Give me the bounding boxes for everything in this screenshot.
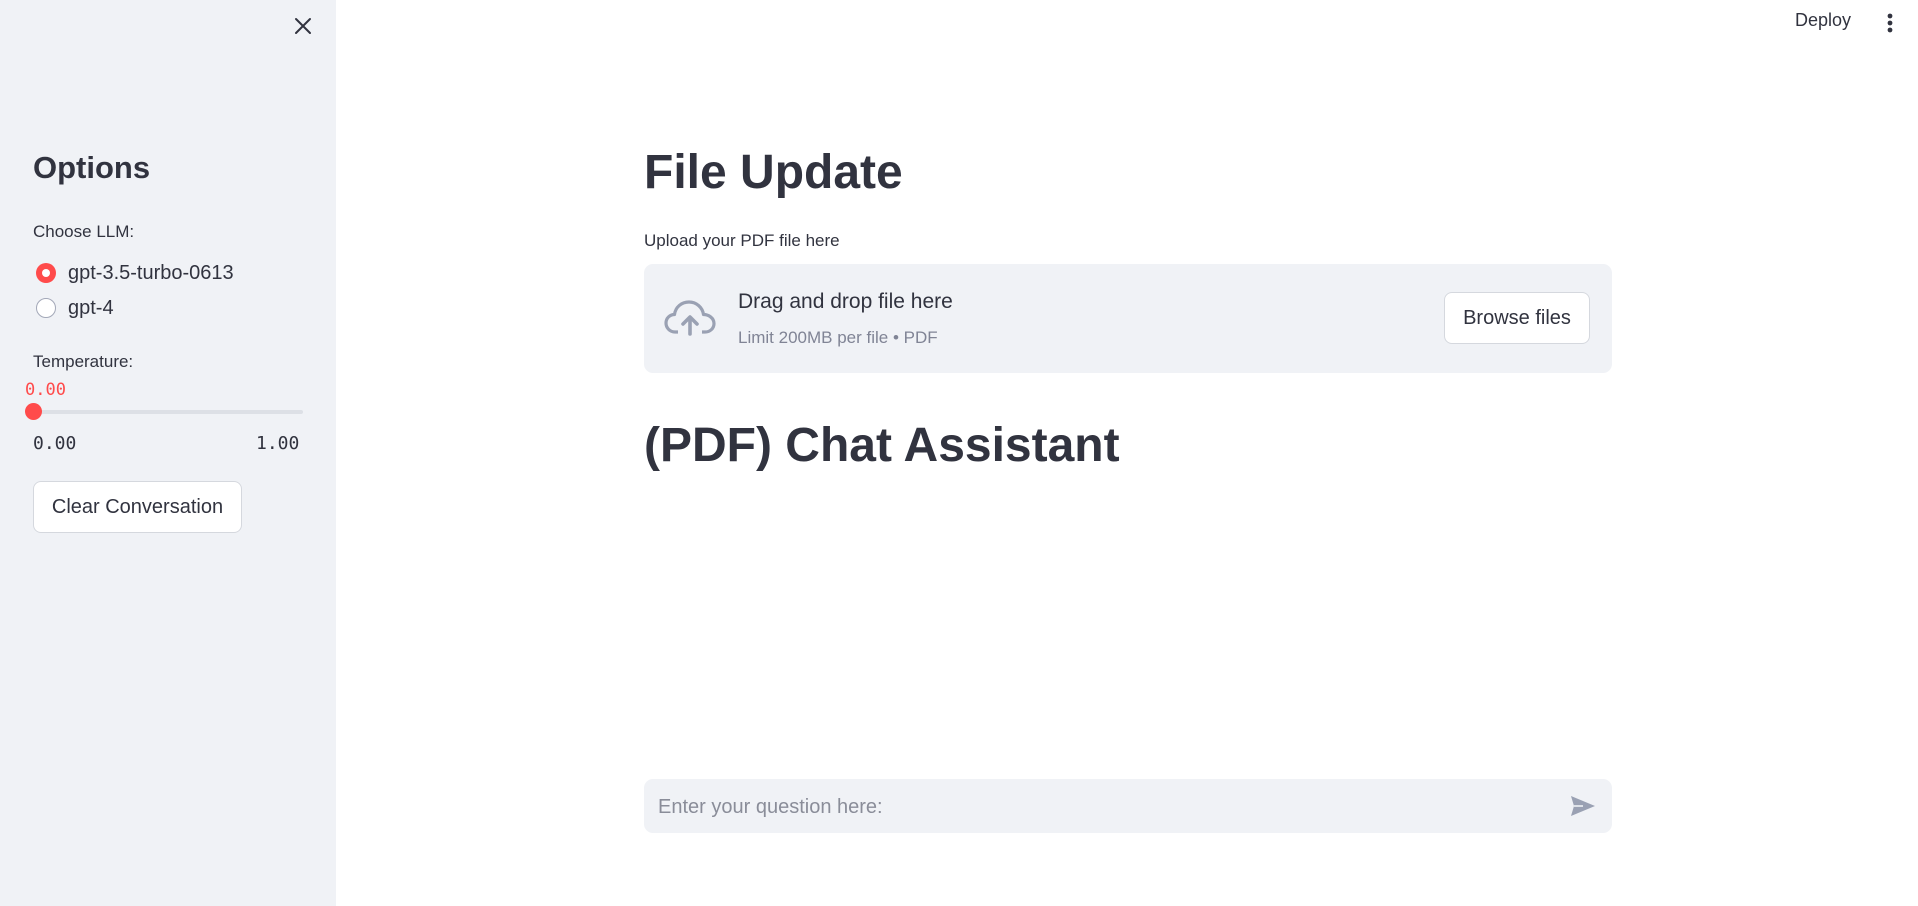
chat-input[interactable] — [656, 779, 1550, 835]
clear-conversation-button[interactable]: Clear Conversation — [33, 481, 242, 533]
dropzone-title: Drag and drop file here — [738, 290, 953, 313]
chat-assistant-title: (PDF) Chat Assistant — [644, 419, 1120, 472]
temperature-slider-thumb[interactable] — [25, 403, 42, 420]
radio-label: gpt-3.5-turbo-0613 — [68, 261, 234, 284]
close-icon — [295, 18, 311, 34]
dropzone-limit: Limit 200MB per file • PDF — [738, 328, 938, 347]
sidebar-title: Options — [33, 150, 151, 185]
radio-label: gpt-4 — [68, 296, 114, 319]
file-dropzone[interactable]: Drag and drop file here Limit 200MB per … — [644, 264, 1612, 373]
slider-min: 0.00 — [33, 433, 77, 454]
sidebar: Options Choose LLM: gpt-3.5-turbo-0613 g… — [0, 0, 336, 906]
slider-max: 1.00 — [256, 433, 300, 454]
radio-option-gpt-4[interactable]: gpt-4 — [36, 294, 114, 322]
radio-unselected-icon — [36, 298, 56, 318]
menu-dots-icon — [1887, 13, 1893, 33]
file-update-title: File Update — [644, 146, 903, 199]
deploy-button[interactable]: Deploy — [1795, 10, 1851, 31]
temperature-label: Temperature: — [33, 352, 134, 371]
temperature-slider-track[interactable] — [33, 410, 303, 414]
slider-value: 0.00 — [25, 380, 66, 400]
cloud-upload-icon — [664, 300, 716, 336]
send-icon — [1571, 796, 1595, 816]
chat-input-container — [644, 779, 1612, 835]
radio-selected-icon — [36, 263, 56, 283]
upload-label: Upload your PDF file here — [644, 231, 840, 250]
close-sidebar-button[interactable] — [290, 13, 316, 39]
radio-option-gpt-3-5[interactable]: gpt-3.5-turbo-0613 — [36, 259, 234, 287]
llm-label: Choose LLM: — [33, 222, 135, 241]
browse-files-button[interactable]: Browse files — [1444, 292, 1590, 344]
send-button[interactable] — [1568, 793, 1598, 819]
main-menu-button[interactable] — [1884, 11, 1896, 35]
